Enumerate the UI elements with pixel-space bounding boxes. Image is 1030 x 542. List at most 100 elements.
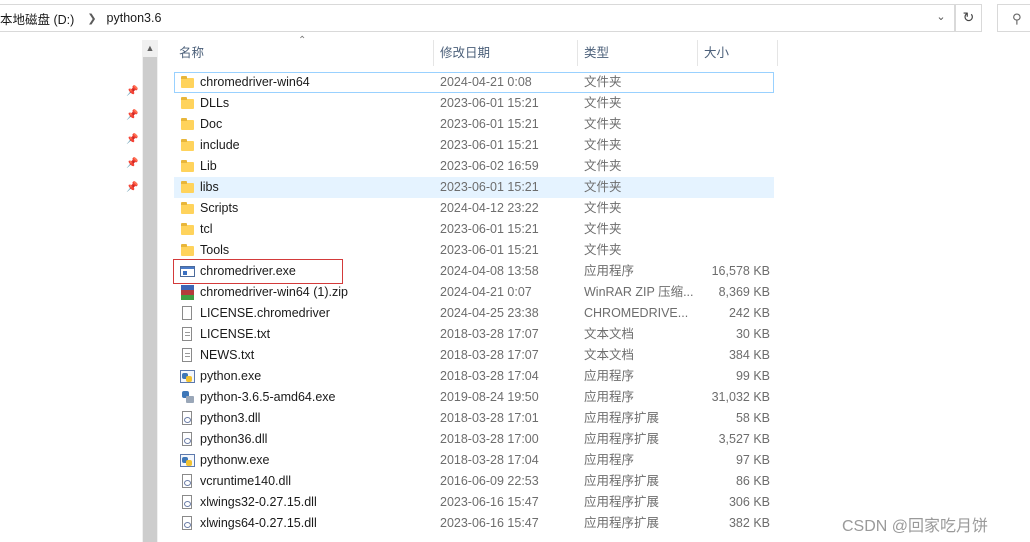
file-row[interactable]: vcruntime140.dll 2016-06-09 22:53 应用程序扩展 86… <box>174 471 774 492</box>
text-file-icon <box>180 327 195 342</box>
breadcrumb: 本地磁盘 (D:) ❯ python3.6 <box>0 5 161 31</box>
file-size: 16,578 KB <box>711 264 770 278</box>
file-row[interactable]: python3.dll 2018-03-28 17:01 应用程序扩展 58 KB <box>174 408 774 429</box>
pin-icon[interactable]: 📌 <box>126 182 138 194</box>
address-bar[interactable]: 本地磁盘 (D:) ❯ python3.6 ⌄ <box>0 4 955 32</box>
column-divider[interactable] <box>577 40 578 66</box>
refresh-button[interactable]: ↻ <box>955 4 982 32</box>
dll-icon <box>180 474 195 489</box>
chevron-down-icon[interactable]: ⌄ <box>934 10 948 24</box>
file-type: 应用程序 <box>584 390 635 404</box>
file-type: 文件夹 <box>584 75 622 89</box>
pin-icon[interactable]: 📌 <box>126 86 138 98</box>
file-size: 30 KB <box>735 327 770 341</box>
file-type: 文件夹 <box>584 222 622 236</box>
file-row[interactable]: pythonw.exe 2018-03-28 17:04 应用程序 97 KB <box>174 450 774 471</box>
column-header-name[interactable]: 名称 <box>179 40 204 66</box>
file-name: include <box>200 138 240 152</box>
file-size: 86 KB <box>735 474 770 488</box>
column-divider[interactable] <box>777 40 778 66</box>
file-row[interactable]: Lib 2023-06-02 16:59 文件夹 <box>174 156 774 177</box>
file-name: Lib <box>200 159 217 173</box>
annotation-highlight-box <box>173 259 343 284</box>
file-date: 2018-03-28 17:07 <box>440 327 539 341</box>
file-date: 2018-03-28 17:07 <box>440 348 539 362</box>
file-size: 242 KB <box>728 306 770 320</box>
file-row[interactable]: include 2023-06-01 15:21 文件夹 <box>174 135 774 156</box>
file-name: chromedriver-win64 <box>200 75 310 89</box>
search-box[interactable]: ⚲ <box>997 4 1030 32</box>
winrar-icon <box>180 285 195 300</box>
file-name: pythonw.exe <box>200 453 270 467</box>
folder-icon <box>180 180 195 195</box>
file-row[interactable]: chromedriver-win64 (1).zip 2024-04-21 0:0… <box>174 282 774 303</box>
file-row[interactable]: xlwings64-0.27.15.dll 2023-06-16 15:47 应用程… <box>174 513 774 534</box>
file-list: chromedriver-win64 2024-04-21 0:08 文件夹 DLLs… <box>174 72 774 534</box>
file-name: libs <box>200 180 219 194</box>
text-file-icon <box>180 348 195 363</box>
file-name: NEWS.txt <box>200 348 255 362</box>
file-row[interactable]: NEWS.txt 2018-03-28 17:07 文本文档 384 KB <box>174 345 774 366</box>
sort-ascending-icon: ⌃ <box>298 35 307 46</box>
file-name: Scripts <box>200 201 239 215</box>
file-size: 382 KB <box>728 516 770 530</box>
column-header-date[interactable]: 修改日期 <box>440 40 490 66</box>
file-name: xlwings64-0.27.15.dll <box>200 516 317 530</box>
file-date: 2018-03-28 17:00 <box>440 432 539 446</box>
installer-icon <box>180 390 195 405</box>
file-name: python3.dll <box>200 411 261 425</box>
file-name: python36.dll <box>200 432 268 446</box>
file-type: 文件夹 <box>584 180 622 194</box>
file-row[interactable]: Scripts 2024-04-12 23:22 文件夹 <box>174 198 774 219</box>
scroll-up-arrow-icon[interactable]: ▲ <box>142 40 158 56</box>
file-type: 应用程序 <box>584 264 635 278</box>
column-header-type[interactable]: 类型 <box>584 40 609 66</box>
file-row[interactable]: LICENSE.chromedriver 2024-04-25 23:38 CHRO… <box>174 303 774 324</box>
pin-icon[interactable]: 📌 <box>126 158 138 170</box>
column-divider[interactable] <box>433 40 434 66</box>
column-divider[interactable] <box>697 40 698 66</box>
file-row[interactable]: python36.dll 2018-03-28 17:00 应用程序扩展 3,527 … <box>174 429 774 450</box>
python-icon <box>180 369 195 384</box>
breadcrumb-folder[interactable]: python3.6 <box>107 11 162 25</box>
file-size: 306 KB <box>728 495 770 509</box>
chevron-right-icon[interactable]: ❯ <box>87 12 96 25</box>
folder-icon <box>180 117 195 132</box>
file-row[interactable]: tcl 2023-06-01 15:21 文件夹 <box>174 219 774 240</box>
file-date: 2018-03-28 17:04 <box>440 369 539 383</box>
file-type: 文件夹 <box>584 243 622 257</box>
file-row[interactable]: xlwings32-0.27.15.dll 2023-06-16 15:47 应用程… <box>174 492 774 513</box>
breadcrumb-drive[interactable]: 本地磁盘 (D:) <box>0 9 74 28</box>
file-type: 应用程序 <box>584 453 635 467</box>
file-date: 2019-08-24 19:50 <box>440 390 539 404</box>
folder-icon <box>180 96 195 111</box>
file-date: 2024-04-12 23:22 <box>440 201 539 215</box>
file-row[interactable]: libs 2023-06-01 15:21 文件夹 <box>174 177 774 198</box>
file-date: 2023-06-16 15:47 <box>440 495 539 509</box>
pin-icon[interactable]: 📌 <box>126 110 138 122</box>
scrollbar-thumb[interactable] <box>143 57 157 542</box>
file-type: 文本文档 <box>584 327 635 341</box>
search-icon: ⚲ <box>1012 11 1022 26</box>
file-row[interactable]: LICENSE.txt 2018-03-28 17:07 文本文档 30 KB <box>174 324 774 345</box>
file-row[interactable]: Tools 2023-06-01 15:21 文件夹 <box>174 240 774 261</box>
file-row[interactable]: python-3.6.5-amd64.exe 2019-08-24 19:50 应用… <box>174 387 774 408</box>
file-name: LICENSE.txt <box>200 327 271 341</box>
file-type: 文件夹 <box>584 96 622 110</box>
file-size: 3,527 KB <box>718 432 770 446</box>
folder-icon <box>180 243 195 258</box>
file-date: 2024-04-08 13:58 <box>440 264 539 278</box>
file-row[interactable]: chromedriver-win64 2024-04-21 0:08 文件夹 <box>174 72 774 93</box>
dll-icon <box>180 411 195 426</box>
file-row[interactable]: python.exe 2018-03-28 17:04 应用程序 99 KB <box>174 366 774 387</box>
file-row[interactable]: DLLs 2023-06-01 15:21 文件夹 <box>174 93 774 114</box>
file-type: 文件夹 <box>584 117 622 131</box>
file-type: 应用程序扩展 <box>584 516 660 530</box>
pin-icon[interactable]: 📌 <box>126 134 138 146</box>
nav-scrollbar[interactable]: ▲ <box>142 40 158 542</box>
file-date: 2023-06-01 15:21 <box>440 243 539 257</box>
file-row[interactable]: Doc 2023-06-01 15:21 文件夹 <box>174 114 774 135</box>
column-header-size[interactable]: 大小 <box>704 40 729 66</box>
watermark: CSDN @回家吃月饼 <box>842 518 989 535</box>
file-size: 8,369 KB <box>718 285 770 299</box>
